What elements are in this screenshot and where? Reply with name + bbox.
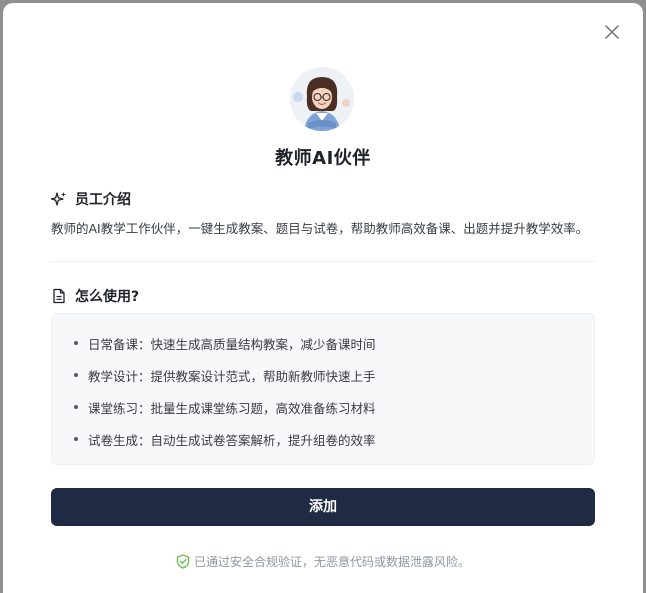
sparkle-icon [51,192,66,206]
list-item-label: 试卷生成：自动生成试卷答案解析，提升组卷的效率 [88,432,376,448]
usage-heading: 怎么使用? [51,286,139,306]
intro-heading: 员工介绍 [51,189,131,209]
dialog-title: 教师AI伙伴 [275,148,371,169]
security-note-text: 已通过安全合规验证，无恶意代码或数据泄露风险。 [193,554,470,569]
teacher-avatar [290,67,354,131]
employee-detail-dialog: 教师AI伙伴 员工介绍 教师的AI教学工作伙伴，一键生成教案、题目与试卷，帮助教… [3,3,643,593]
list-item: 日常备课：快速生成高质量结构教案，减少备课时间 [74,333,376,353]
usage-list: 日常备课：快速生成高质量结构教案，减少备课时间 教学设计：提供教案设计范式，帮助… [51,313,595,465]
close-icon [605,25,619,39]
security-note: 已通过安全合规验证，无恶意代码或数据泄露风险。 [3,551,643,571]
section-divider [51,261,595,262]
shield-check-icon [176,553,190,569]
list-item: 试卷生成：自动生成试卷答案解析，提升组卷的效率 [74,429,376,449]
list-item-label: 课堂练习：批量生成课堂练习题，高效准备练习材料 [88,400,376,416]
list-item-label: 教学设计：提供教案设计范式，帮助新教师快速上手 [88,368,376,384]
intro-heading-label: 员工介绍 [75,192,131,208]
list-item: 教学设计：提供教案设计范式，帮助新教师快速上手 [74,365,376,385]
bullet-icon [74,373,78,377]
bullet-icon [74,405,78,409]
close-button[interactable] [601,21,623,43]
add-button[interactable]: 添加 [51,488,595,526]
usage-heading-label: 怎么使用? [75,289,140,305]
bullet-icon [74,437,78,441]
document-icon [53,288,65,304]
intro-description: 教师的AI教学工作伙伴，一键生成教案、题目与试卷，帮助教师高效备课、出题并提升教… [51,221,589,236]
list-item-label: 日常备课：快速生成高质量结构教案，减少备课时间 [88,336,376,352]
bullet-icon [74,341,78,345]
list-item: 课堂练习：批量生成课堂练习题，高效准备练习材料 [74,397,376,417]
